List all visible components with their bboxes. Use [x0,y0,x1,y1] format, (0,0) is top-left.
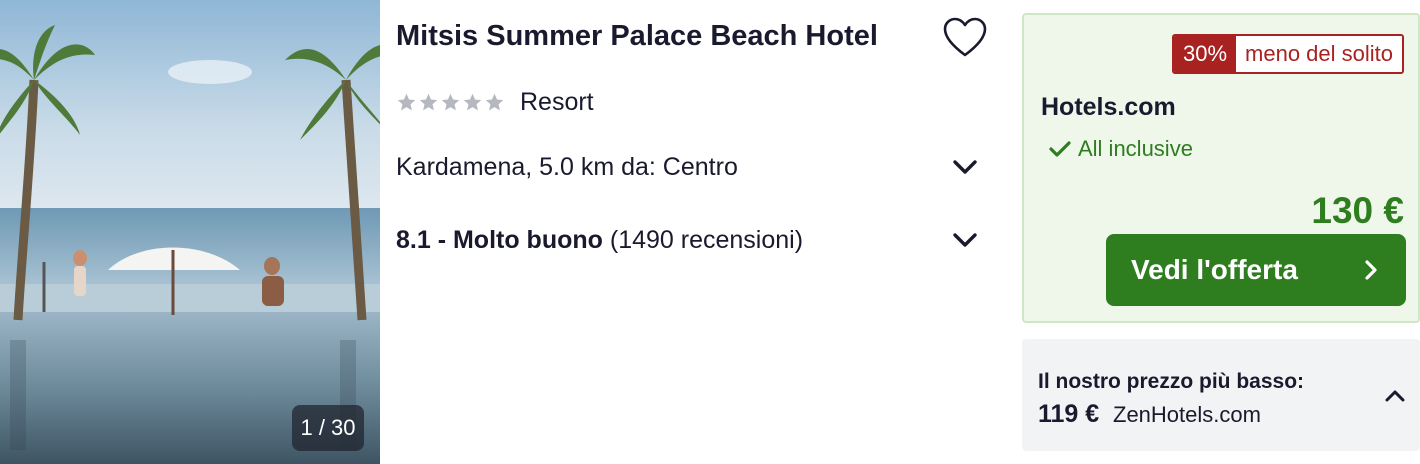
star-icon [463,93,482,111]
lowest-price-value: 119 € [1038,400,1100,428]
hotel-photo-image [0,0,380,464]
hotel-name[interactable]: Mitsis Summer Palace Beach Hotel [396,20,878,53]
location-row[interactable]: Kardamena, 5.0 km da: Centro [396,150,986,184]
lowest-price-site: ZenHotels.com [1113,402,1261,427]
deal-card[interactable]: 30% meno del solito Hotels.com All inclu… [1022,13,1420,323]
rating-reviews: (1490 recensioni) [609,225,804,254]
chevron-right-icon [1365,260,1377,280]
hotel-info: Mitsis Summer Palace Beach Hotel Resort … [396,0,996,464]
star-icon [441,93,460,111]
star-icon [419,93,438,111]
rating-text: 8.1 - Molto buono (1490 recensioni) [396,226,803,255]
star-icon [397,93,416,111]
hotel-photo[interactable]: 1 / 30 [0,0,380,464]
chevron-down-icon [953,233,977,247]
stars-row: Resort [396,88,594,117]
hotel-type: Resort [520,88,594,116]
discount-badge: 30% meno del solito [1171,34,1404,74]
lowest-price-label: Il nostro prezzo più basso: [1038,370,1305,393]
inclusion-text: All inclusive [1078,136,1193,161]
check-icon [1049,141,1071,157]
star-icon [485,93,504,111]
view-deal-button[interactable]: Vedi l'offerta [1106,234,1406,306]
rating-row[interactable]: 8.1 - Molto buono (1490 recensioni) [396,223,986,257]
deal-price: 130 € [1311,190,1404,231]
photo-counter: 1 / 30 [292,405,364,451]
discount-percent: 30% [1173,36,1237,72]
star-rating [396,92,505,113]
inclusion: All inclusive [1049,136,1193,162]
chevron-down-icon [953,160,977,174]
lowest-price-panel[interactable]: Il nostro prezzo più basso: 119 € ZenHot… [1022,339,1420,451]
view-deal-label: Vedi l'offerta [1131,254,1298,285]
location-text: Kardamena, 5.0 km da: Centro [396,152,738,181]
discount-text: meno del solito [1236,36,1402,72]
favorite-heart-icon[interactable] [942,16,988,60]
chevron-up-icon [1385,390,1405,402]
rating-score: 8.1 - Molto buono [396,225,603,254]
provider-name: Hotels.com [1041,93,1176,121]
